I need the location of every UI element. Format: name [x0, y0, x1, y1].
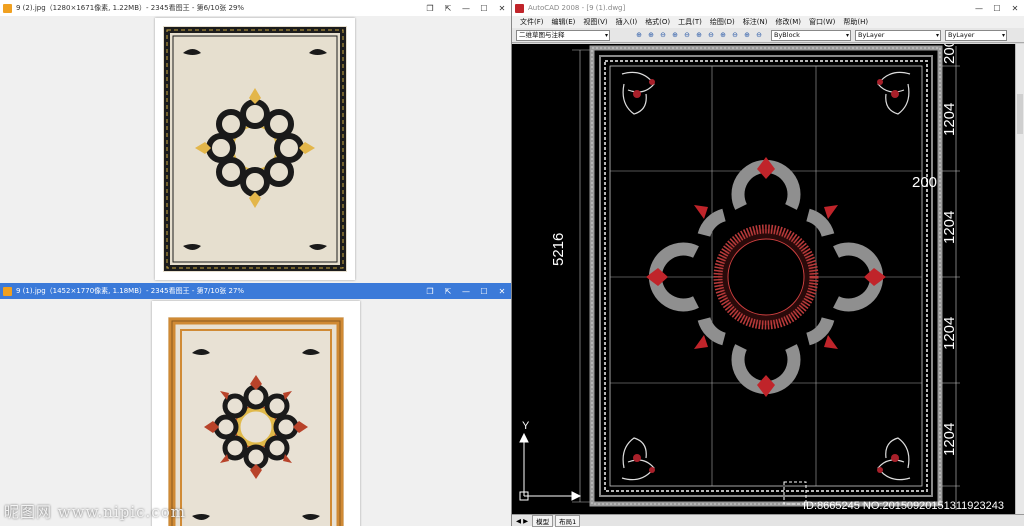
- workspace-select[interactable]: 二维草图与注释: [516, 30, 610, 41]
- viewer-window-top: 9 (2).jpg（1280×1671像素, 1.22MB）- 2345看图王 …: [0, 0, 511, 283]
- menu-help[interactable]: 帮助(H): [839, 17, 872, 27]
- carpet-photo-top[interactable]: [155, 18, 355, 280]
- menu-dimension[interactable]: 标注(N): [739, 17, 772, 27]
- autocad-app-icon: [515, 4, 524, 13]
- carpet-top-svg: [155, 18, 355, 280]
- autocad-maximize-icon[interactable]: ☐: [988, 0, 1006, 16]
- dim-seg-2: 1204: [941, 211, 958, 244]
- ucs-y-label: Y: [522, 420, 529, 432]
- tab-layout1[interactable]: 布局1: [555, 515, 580, 527]
- viewer-bottom-close-icon[interactable]: ✕: [493, 283, 511, 299]
- viewer-bottom-titlebar: 9 (1).jpg（1452×1770像素, 1.18MB）- 2345看图王 …: [0, 283, 511, 299]
- linetype-control-select[interactable]: ByLayer: [855, 30, 941, 41]
- viewer-top-titlebar: 9 (2).jpg（1280×1671像素, 1.22MB）- 2345看图王 …: [0, 0, 511, 16]
- menu-edit[interactable]: 编辑(E): [548, 17, 580, 27]
- viewer-bottom-maximize-icon[interactable]: ☐: [475, 283, 493, 299]
- carpet-photo-bottom[interactable]: [152, 301, 360, 526]
- viewer-bottom-restore-icon[interactable]: ❐: [421, 283, 439, 299]
- menu-window[interactable]: 窗口(W): [805, 17, 839, 27]
- menu-draw[interactable]: 绘图(D): [706, 17, 739, 27]
- viewer-top-canvas: [0, 16, 511, 283]
- cad-layout-tabs: ◀ ▶ 模型 布局1: [512, 514, 1024, 526]
- zoom-window-icon[interactable]: ⊕: [646, 30, 656, 40]
- cad-vertical-scrollbar[interactable]: [1015, 44, 1024, 514]
- dim-seg-3: 1204: [941, 317, 958, 350]
- viewer-top-maximize-icon[interactable]: ☐: [475, 0, 493, 16]
- dim-border-mid: 200: [912, 174, 937, 191]
- zoom-in-icon[interactable]: ⊕: [670, 30, 680, 40]
- zoom-object-icon[interactable]: ⊕: [742, 30, 752, 40]
- zoom-extents-icon[interactable]: ⊖: [706, 30, 716, 40]
- zoom-realtime-icon[interactable]: ⊕: [634, 30, 644, 40]
- viewer-top-minimize-icon[interactable]: —: [457, 0, 475, 16]
- viewer-app-icon: [3, 287, 12, 296]
- dim-seg-4: 1204: [941, 423, 958, 456]
- carpet-bottom-svg: [152, 301, 360, 526]
- autocad-minimize-icon[interactable]: —: [970, 0, 988, 16]
- viewer-top-restore-icon[interactable]: ❐: [421, 0, 439, 16]
- viewer-top-pin-icon[interactable]: ⇱: [439, 0, 457, 16]
- menu-view[interactable]: 视图(V): [579, 17, 611, 27]
- menu-insert[interactable]: 插入(I): [612, 17, 642, 27]
- lineweight-control-select[interactable]: ByLayer: [945, 30, 1007, 41]
- zoom-center-icon[interactable]: ⊖: [730, 30, 740, 40]
- image-id-text: ID:8665245 NO:20150920151311923243: [803, 500, 1004, 512]
- nipic-watermark: 昵图网 www.nipic.com: [4, 501, 186, 522]
- viewer-top-close-icon[interactable]: ✕: [493, 0, 511, 16]
- viewer-bottom-pin-icon[interactable]: ⇱: [439, 283, 457, 299]
- dim-border-top: 200: [941, 44, 958, 64]
- viewer-bottom-title: 9 (1).jpg（1452×1770像素, 1.18MB）- 2345看图王 …: [16, 286, 421, 296]
- autocad-title: AutoCAD 2008 - [9 (1).dwg]: [528, 4, 970, 12]
- autocad-close-icon[interactable]: ✕: [1006, 0, 1024, 16]
- zoom-scale-icon[interactable]: ⊕: [718, 30, 728, 40]
- color-control-select[interactable]: ByBlock: [771, 30, 851, 41]
- menu-tools[interactable]: 工具(T): [674, 17, 706, 27]
- viewer-bottom-minimize-icon[interactable]: —: [457, 283, 475, 299]
- tab-nav-icon[interactable]: ◀ ▶: [516, 517, 528, 525]
- menu-modify[interactable]: 修改(M): [771, 17, 805, 27]
- zoom-all-icon[interactable]: ⊕: [694, 30, 704, 40]
- tab-model[interactable]: 模型: [532, 515, 553, 527]
- menu-format[interactable]: 格式(O): [641, 17, 674, 27]
- autocad-titlebar: AutoCAD 2008 - [9 (1).dwg] — ☐ ✕: [512, 0, 1024, 16]
- dim-seg-1: 1204: [941, 103, 958, 136]
- autocad-menubar: 文件(F) 编辑(E) 视图(V) 插入(I) 格式(O) 工具(T) 绘图(D…: [512, 16, 1024, 28]
- viewer-window-bottom: 9 (1).jpg（1452×1770像素, 1.18MB）- 2345看图王 …: [0, 283, 511, 526]
- menu-file[interactable]: 文件(F): [516, 17, 548, 27]
- dim-total-height: 5216: [550, 233, 567, 266]
- cad-scroll-thumb[interactable]: [1017, 94, 1023, 134]
- viewer-bottom-canvas: [0, 299, 511, 526]
- autocad-toolbar: 二维草图与注释 ⊕ ⊕ ⊖ ⊕ ⊖ ⊕ ⊖ ⊕ ⊖ ⊕ ⊖ ByBlock By…: [512, 28, 1024, 43]
- zoom-dynamic-icon[interactable]: ⊖: [754, 30, 764, 40]
- autocad-window: AutoCAD 2008 - [9 (1).dwg] — ☐ ✕ 文件(F) 编…: [511, 0, 1024, 526]
- viewer-app-icon: [3, 4, 12, 13]
- viewer-top-title: 9 (2).jpg（1280×1671像素, 1.22MB）- 2345看图王 …: [16, 3, 421, 13]
- zoom-out-icon[interactable]: ⊖: [682, 30, 692, 40]
- zoom-previous-icon[interactable]: ⊖: [658, 30, 668, 40]
- cad-drawing-area[interactable]: 5216 200 1204 200 1204 1204 1204 Y: [512, 44, 1024, 514]
